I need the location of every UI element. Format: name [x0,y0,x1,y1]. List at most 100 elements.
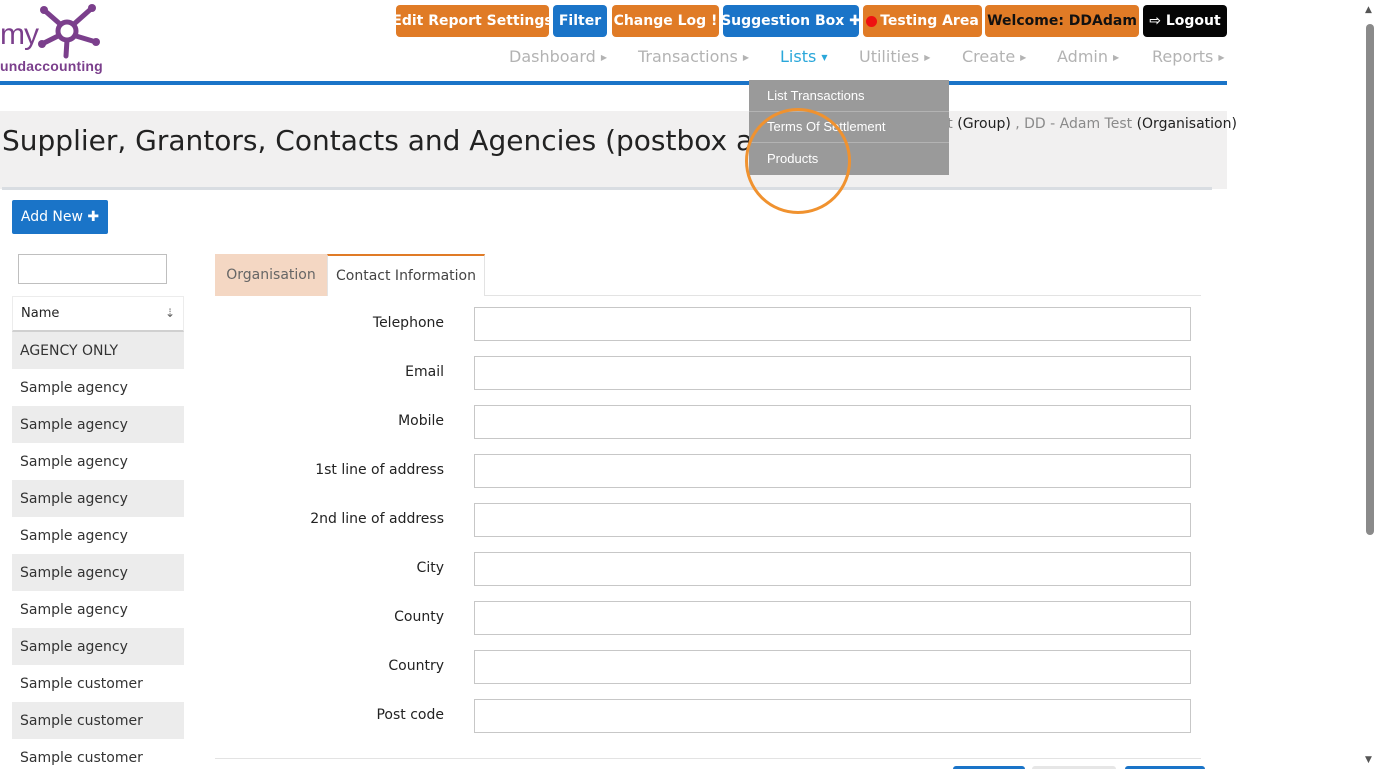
page-title: Supplier, Grantors, Contacts and Agencie… [2,124,804,157]
address-line1-field[interactable] [474,454,1191,488]
tab-contact-information[interactable]: Contact Information [327,254,485,296]
nav-reports-label: Reports [1152,47,1214,66]
county-field[interactable] [474,601,1191,635]
tab-organisation-label: Organisation [226,267,316,283]
add-new-label: Add New [20,209,83,225]
nav-utilities-label: Utilities [859,47,920,66]
change-log-button[interactable]: Change Log ! [612,5,719,37]
page: my undaccounting Edit Report Settings Fi… [0,0,1377,769]
list-header-label: Name [21,306,60,321]
menu-item-terms-of-settlement[interactable]: Terms Of Settlement [749,112,949,143]
vertical-scrollbar-thumb[interactable] [1366,24,1374,535]
nav-transactions-label: Transactions [638,47,738,66]
suggestion-box-label: Suggestion Box [721,13,845,29]
mobile-label: Mobile [398,413,444,429]
postcode-label: Post code [376,707,444,723]
nav-admin-label: Admin [1057,47,1108,66]
city-label: City [416,560,444,576]
logo-star-icon [38,4,100,59]
nav-create[interactable]: Create ▶ [962,47,1026,66]
edit-report-settings-button[interactable]: Edit Report Settings [392,5,553,37]
contacts-list: AGENCY ONLY Sample agency Sample agency … [12,332,184,769]
list-item[interactable]: Sample agency [12,480,184,517]
nav-reports[interactable]: Reports ▶ [1152,47,1225,66]
breadcrumb-group-label: (Group) [952,116,1011,132]
add-new-button[interactable]: Add New ✚ [12,200,108,234]
suggestion-box-button[interactable]: Suggestion Box ✚ [721,5,861,37]
caret-right-icon: ▶ [924,53,931,62]
address-line2-label: 2nd line of address [310,511,444,527]
list-item[interactable]: Sample agency [12,443,184,480]
list-item[interactable]: Sample agency [12,517,184,554]
breadcrumb-organisation[interactable]: DD - Adam Test [1024,116,1132,132]
breadcrumb-separator: , [1010,116,1025,132]
lists-dropdown-menu: List Transactions Terms Of Settlement Pr… [749,80,949,175]
breadcrumb: st (Group) , DD - Adam Test (Organisatio… [940,116,1237,132]
list-item[interactable]: Sample agency [12,554,184,591]
list-item[interactable]: Sample agency [12,369,184,406]
caret-down-icon: ▼ [821,53,828,62]
change-log-label: Change Log [613,13,707,29]
address-line1-label: 1st line of address [315,462,444,478]
caret-right-icon: ▶ [1020,53,1027,62]
list-item[interactable]: Sample customer [12,665,184,702]
logout-label: Logout [1165,13,1221,29]
logout-icon: ⇨ [1149,13,1161,29]
exclamation-icon: ! [711,13,718,29]
list-item[interactable]: AGENCY ONLY [12,332,184,369]
telephone-label: Telephone [372,315,444,331]
breadcrumb-organisation-label: (Organisation) [1132,116,1237,132]
email-field[interactable] [474,356,1191,390]
logout-button[interactable]: ⇨ Logout [1143,5,1227,37]
testing-area-button[interactable]: Testing Area [863,5,982,37]
app-logo[interactable]: my undaccounting [0,0,104,80]
tab-organisation[interactable]: Organisation [215,254,327,296]
tab-contact-information-label: Contact Information [336,268,476,284]
nav-dashboard[interactable]: Dashboard ▶ [509,47,607,66]
welcome-label: Welcome: DDAdam [987,13,1137,29]
nav-transactions[interactable]: Transactions ▶ [638,47,749,66]
welcome-button[interactable]: Welcome: DDAdam [985,5,1139,37]
caret-right-icon: ▶ [1218,53,1225,62]
postcode-field[interactable] [474,699,1191,733]
filter-button[interactable]: Filter [553,5,607,37]
nav-create-label: Create [962,47,1016,66]
nav-dashboard-label: Dashboard [509,47,596,66]
sort-icon[interactable]: ⇣ [165,306,175,320]
list-header-name[interactable]: Name ⇣ [12,296,184,332]
scroll-up-arrow-icon[interactable]: ▲ [1365,5,1372,15]
logo-text-bottom: undaccounting [0,58,103,74]
form-divider [215,758,1201,759]
caret-right-icon: ▶ [742,53,750,62]
telephone-field[interactable] [474,307,1191,341]
city-field[interactable] [474,552,1191,586]
mobile-field[interactable] [474,405,1191,439]
logo-text-top: my [0,18,39,51]
menu-item-products[interactable]: Products [749,143,949,175]
nav-utilities[interactable]: Utilities ▶ [859,47,930,66]
caret-right-icon: ▶ [1113,53,1120,62]
email-label: Email [405,364,444,380]
country-label: Country [388,658,444,674]
county-label: County [394,609,444,625]
country-field[interactable] [474,650,1191,684]
plus-icon: ✚ [849,13,861,29]
nav-lists-label: Lists [780,47,817,66]
list-item[interactable]: Sample customer [12,702,184,739]
list-item[interactable]: Sample agency [12,406,184,443]
plus-icon: ✚ [87,209,100,225]
list-item[interactable]: Sample customer [12,739,184,769]
scroll-down-arrow-icon[interactable]: ▼ [1365,755,1372,765]
search-input[interactable] [18,254,167,284]
red-dot-icon [866,15,878,27]
nav-lists[interactable]: Lists ▼ [780,47,827,66]
address-line2-field[interactable] [474,503,1191,537]
list-item[interactable]: Sample agency [12,628,184,665]
menu-item-list-transactions[interactable]: List Transactions [749,80,949,112]
nav-admin[interactable]: Admin ▶ [1057,47,1119,66]
list-item[interactable]: Sample agency [12,591,184,628]
testing-area-label: Testing Area [880,13,979,29]
edit-report-settings-label: Edit Report Settings [392,13,553,29]
filter-label: Filter [558,13,602,29]
nav-divider [0,81,1227,85]
